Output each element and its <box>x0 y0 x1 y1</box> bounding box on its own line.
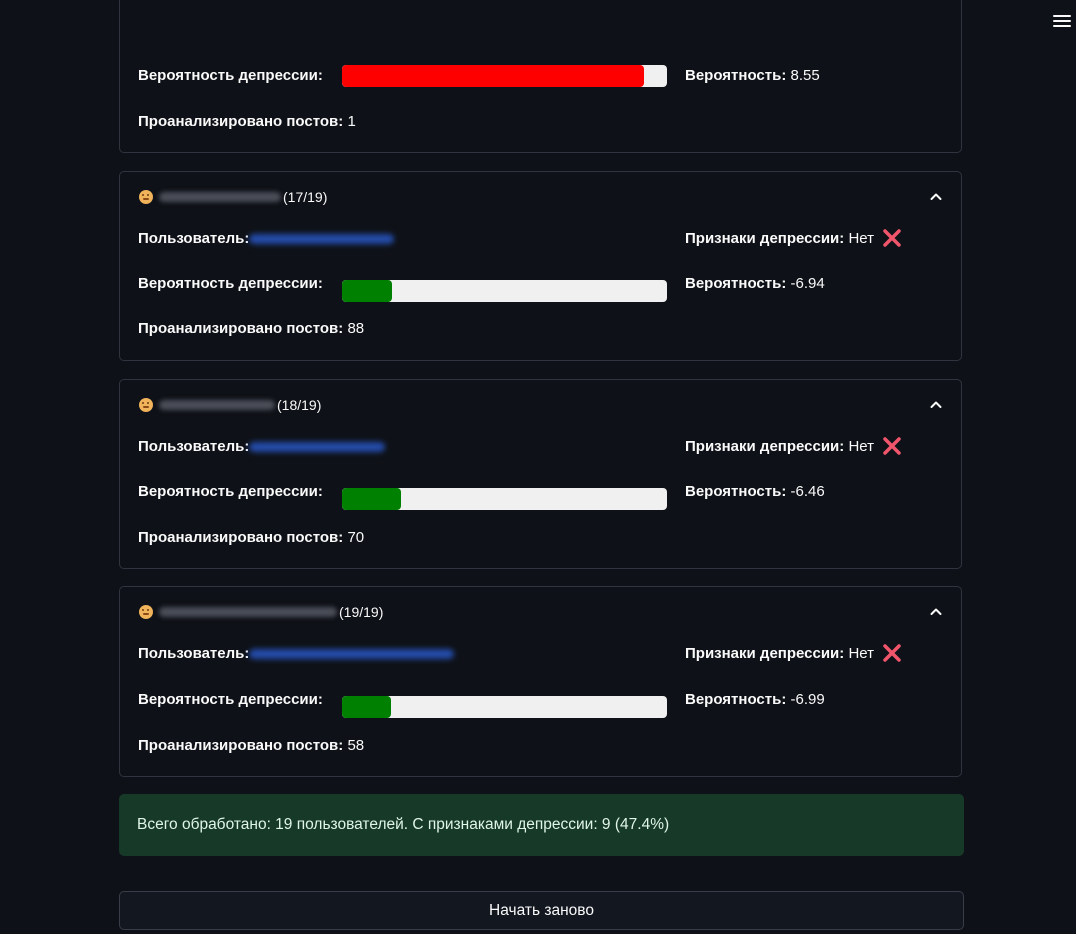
probability-bar-fill <box>342 280 393 302</box>
user-counter: (18/19) <box>277 397 322 413</box>
probability-value-row: Вероятность: -6.94 <box>685 275 825 292</box>
probability-label: Вероятность: <box>685 67 787 84</box>
user-row: Пользователь: <box>138 438 386 455</box>
user-expander-header[interactable]: (18/19) <box>139 394 944 416</box>
probability-label: Вероятность: <box>685 483 787 500</box>
depression-signs-label: Признаки депрессии: <box>685 437 845 455</box>
user-emoji-icon <box>139 398 153 412</box>
user-counter: (17/19) <box>283 189 328 205</box>
user-counter: (19/19) <box>339 604 384 620</box>
analyzed-posts-label: Проанализировано постов: <box>138 320 344 337</box>
user-result-card-partial: Вероятность депрессии: Вероятность: 8.55… <box>119 0 962 153</box>
depression-signs-row: Признаки депрессии: Нет <box>685 229 902 247</box>
chevron-up-icon[interactable] <box>928 604 944 620</box>
user-profile-link[interactable] <box>249 648 455 659</box>
user-profile-link[interactable] <box>249 233 395 244</box>
analyzed-posts-value: 70 <box>347 529 365 546</box>
probability-bar-fill <box>342 65 645 87</box>
probability-progress-bar <box>342 488 667 510</box>
user-expander-header[interactable]: (17/19) <box>139 186 944 208</box>
user-emoji-icon <box>139 605 153 619</box>
probability-value-row: Вероятность: -6.46 <box>685 483 825 500</box>
summary-text: Всего обработано: 19 пользователей. С пр… <box>137 816 670 833</box>
user-profile-link[interactable] <box>249 441 386 452</box>
analyzed-posts-label: Проанализировано постов: <box>138 737 344 754</box>
probability-progress-bar <box>342 696 667 718</box>
probability-label: Вероятность: <box>685 691 787 708</box>
user-label: Пользователь: <box>138 438 250 455</box>
blurred-user-name <box>159 607 337 617</box>
probability-value: -6.99 <box>790 691 825 708</box>
user-result-card: (17/19) Пользователь: Признаки депрессии… <box>119 171 962 361</box>
depression-signs-value: Нет <box>848 229 874 247</box>
user-row: Пользователь: <box>138 230 395 247</box>
cross-mark-icon <box>883 644 901 662</box>
depression-signs-label: Признаки депрессии: <box>685 229 845 247</box>
depression-signs-value: Нет <box>848 644 874 662</box>
analyzed-posts-value: 88 <box>347 320 365 337</box>
analyzed-posts-row: Проанализировано постов: 58 <box>138 737 364 754</box>
analyzed-posts-row: Проанализировано постов: 88 <box>138 320 364 337</box>
blurred-user-name <box>159 400 275 410</box>
probability-value: -6.46 <box>790 483 825 500</box>
probability-label: Вероятность: <box>685 275 787 292</box>
depression-signs-label: Признаки депрессии: <box>685 644 845 662</box>
restart-button[interactable]: Начать заново <box>119 891 964 930</box>
probability-bar-fill <box>342 488 401 510</box>
user-emoji-icon <box>139 190 153 204</box>
analyzed-posts-row: Проанализировано постов: 1 <box>138 113 356 130</box>
user-label: Пользователь: <box>138 645 250 662</box>
depression-probability-label: Вероятность депрессии: <box>138 67 323 84</box>
probability-value-row: Вероятность: -6.99 <box>685 691 825 708</box>
depression-probability-label: Вероятность депрессии: <box>138 691 323 708</box>
analyzed-posts-label: Проанализировано постов: <box>138 529 344 546</box>
blurred-user-name <box>159 192 281 202</box>
hamburger-menu-icon[interactable] <box>1053 12 1071 28</box>
depression-signs-row: Признаки депрессии: Нет <box>685 437 902 455</box>
cross-mark-icon <box>883 229 901 247</box>
user-row: Пользователь: <box>138 645 455 662</box>
probability-progress-bar <box>342 65 667 87</box>
depression-signs-value: Нет <box>848 437 874 455</box>
probability-value: -6.94 <box>790 275 825 292</box>
user-expander-header[interactable]: (19/19) <box>139 601 944 623</box>
user-result-card: (18/19) Пользователь: Признаки депрессии… <box>119 379 962 569</box>
analyzed-posts-value: 1 <box>347 113 356 130</box>
analyzed-posts-row: Проанализировано постов: 70 <box>138 529 364 546</box>
user-result-card: (19/19) Пользователь: Признаки депрессии… <box>119 586 962 777</box>
depression-probability-label: Вероятность депрессии: <box>138 483 323 500</box>
probability-progress-bar <box>342 280 667 302</box>
analyzed-posts-value: 58 <box>347 737 365 754</box>
summary-success-banner: Всего обработано: 19 пользователей. С пр… <box>119 794 964 856</box>
chevron-up-icon[interactable] <box>928 397 944 413</box>
user-label: Пользователь: <box>138 230 250 247</box>
probability-value-row: Вероятность: 8.55 <box>685 67 820 84</box>
depression-signs-row: Признаки депрессии: Нет <box>685 644 902 662</box>
depression-probability-label: Вероятность депрессии: <box>138 275 323 292</box>
probability-value: 8.55 <box>790 67 820 84</box>
probability-bar-fill <box>342 696 392 718</box>
cross-mark-icon <box>883 437 901 455</box>
analyzed-posts-label: Проанализировано постов: <box>138 113 344 130</box>
chevron-up-icon[interactable] <box>928 189 944 205</box>
